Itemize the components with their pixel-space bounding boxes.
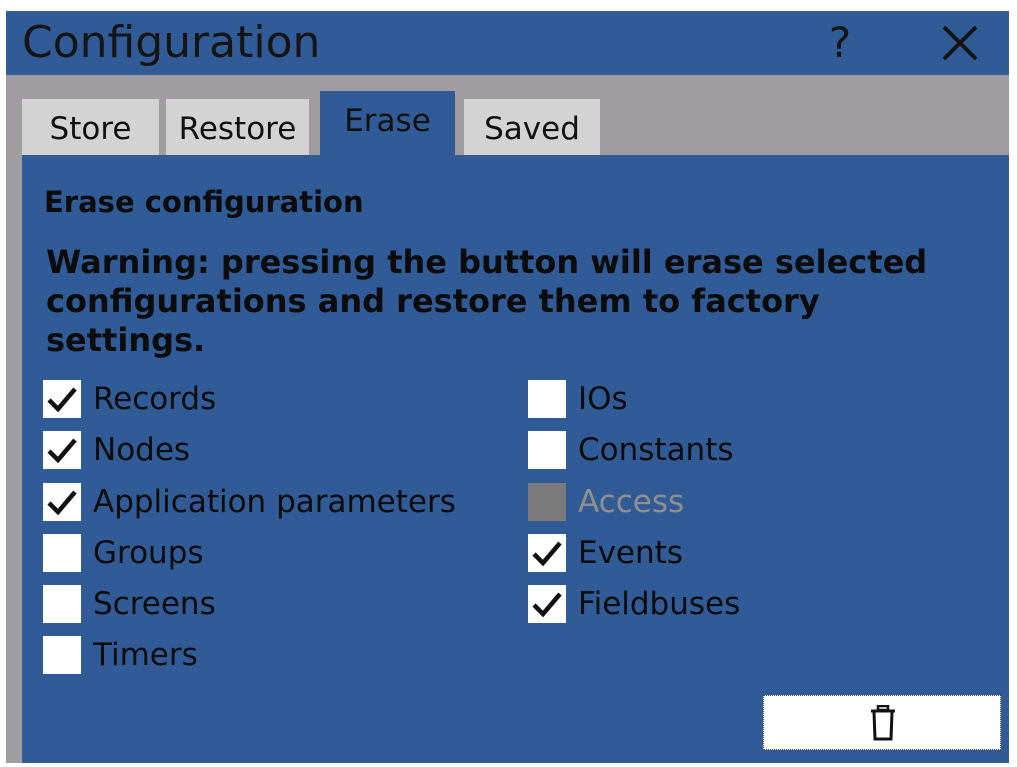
close-button[interactable] xyxy=(934,17,986,69)
timers-checkbox[interactable] xyxy=(43,636,81,674)
help-button[interactable]: ? xyxy=(814,17,866,69)
tab-bar: Store Restore Erase Saved xyxy=(6,75,1009,155)
constants-checkbox[interactable] xyxy=(528,431,566,469)
option-label: Timers xyxy=(93,637,198,673)
warning-text: Warning: pressing the button will erase … xyxy=(46,243,928,359)
nodes-checkbox[interactable] xyxy=(43,431,81,469)
title-bar: Configuration ? xyxy=(6,11,1009,75)
tab-saved[interactable]: Saved xyxy=(464,99,600,155)
option-label: IOs xyxy=(578,381,628,417)
checkmark-icon xyxy=(47,438,77,463)
screens-checkbox[interactable] xyxy=(43,585,81,623)
events-checkbox[interactable] xyxy=(528,534,566,572)
option-label: Application parameters xyxy=(93,484,456,520)
tab-erase[interactable]: Erase xyxy=(320,91,455,155)
checkmark-icon xyxy=(47,490,77,515)
records-checkbox[interactable] xyxy=(43,380,81,418)
groups-checkbox[interactable] xyxy=(43,534,81,572)
option-label: Events xyxy=(578,535,683,571)
tab-store[interactable]: Store xyxy=(22,99,159,155)
option-label: Access xyxy=(578,484,685,520)
window-title: Configuration xyxy=(22,17,321,68)
tab-restore[interactable]: Restore xyxy=(166,99,309,155)
option-label: Fieldbuses xyxy=(578,586,741,622)
trash-icon xyxy=(871,705,895,741)
erase-button[interactable] xyxy=(763,695,1001,750)
option-label: Nodes xyxy=(93,432,191,468)
option-label: Groups xyxy=(93,535,204,571)
option-label: Screens xyxy=(93,586,216,622)
checkmark-icon xyxy=(47,387,77,412)
panel-heading: Erase configuration xyxy=(44,185,364,219)
checkmark-icon xyxy=(532,592,562,617)
configuration-dialog: Configuration ? Store Restore Erase Save… xyxy=(6,11,1009,763)
application-parameters-checkbox[interactable] xyxy=(43,483,81,521)
option-label: Records xyxy=(93,381,217,417)
erase-panel: Erase configuration Warning: pressing th… xyxy=(22,155,1009,763)
fieldbuses-checkbox[interactable] xyxy=(528,585,566,623)
option-label: Constants xyxy=(578,432,734,468)
access-checkbox xyxy=(528,483,566,521)
close-icon xyxy=(942,25,978,61)
checkmark-icon xyxy=(532,541,562,566)
ios-checkbox[interactable] xyxy=(528,380,566,418)
